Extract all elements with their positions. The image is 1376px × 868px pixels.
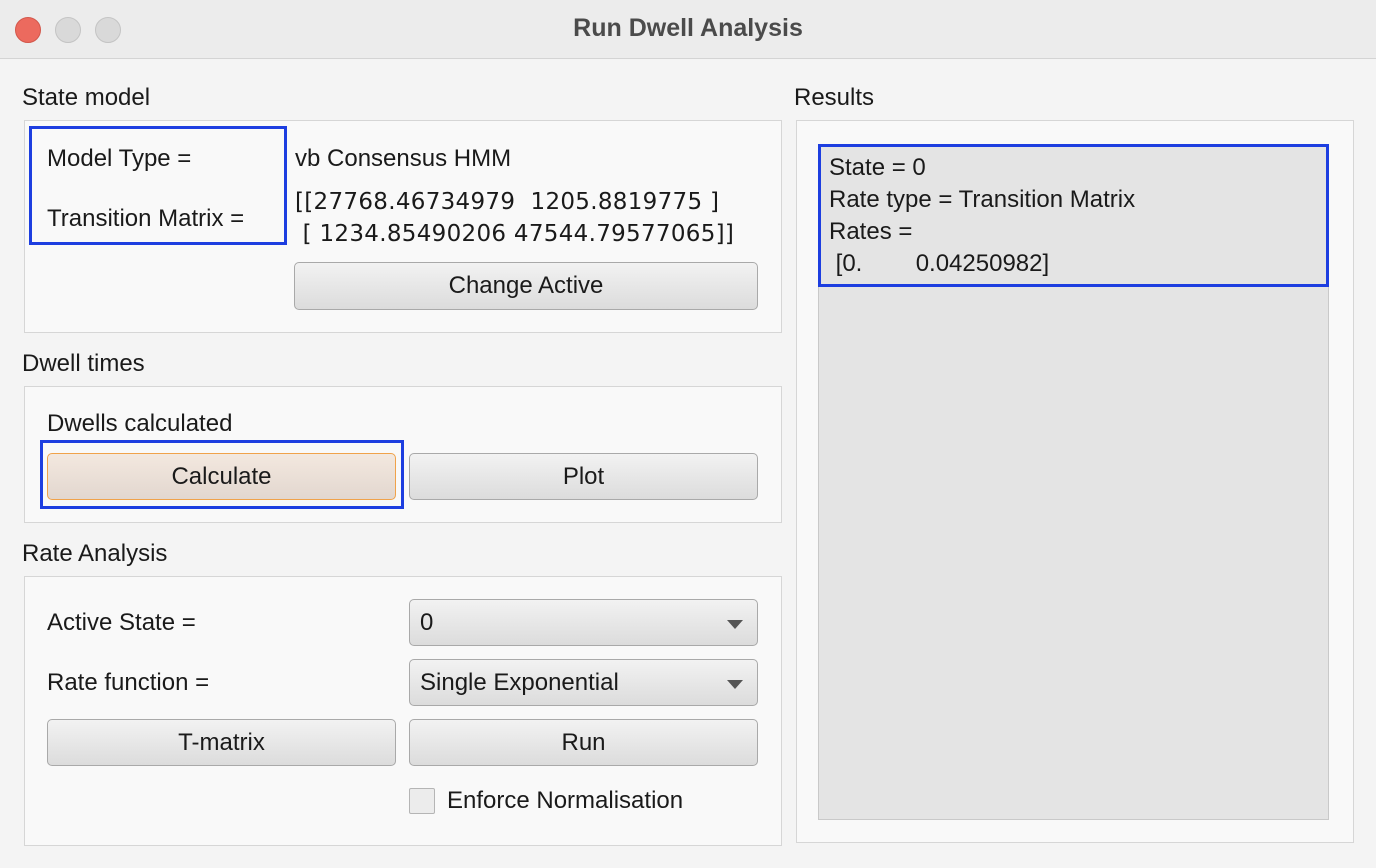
model-type-value: vb Consensus HMM xyxy=(295,145,512,172)
active-state-dropdown[interactable]: 0 xyxy=(409,599,758,646)
rate-function-dropdown[interactable]: Single Exponential xyxy=(409,659,758,706)
enforce-normalisation-label[interactable]: Enforce Normalisation xyxy=(447,787,683,815)
model-type-label: Model Type = xyxy=(47,145,192,172)
active-state-value: 0 xyxy=(420,609,434,636)
plot-button[interactable]: Plot xyxy=(409,453,758,500)
chevron-down-icon xyxy=(727,620,743,629)
transition-matrix-row-1: [[27768.46734979 1205.8819775 ] xyxy=(295,189,720,215)
rate-function-label: Rate function = xyxy=(47,669,210,696)
results-heading: Results xyxy=(794,84,875,111)
result-line: State = 0 xyxy=(829,154,926,181)
results-text-area[interactable]: State = 0 Rate type = Transition Matrix … xyxy=(818,145,1329,820)
window-content: State model Model Type = vb Consensus HM… xyxy=(0,59,1376,868)
result-line: Rates = xyxy=(829,218,913,245)
transition-matrix-row-2: [ 1234.85490206 47544.79577065]] xyxy=(295,221,735,247)
rate-analysis-group: Active State = 0 Rate function = Single … xyxy=(24,576,782,846)
rate-analysis-heading: Rate Analysis xyxy=(22,540,168,567)
chevron-down-icon xyxy=(727,680,743,689)
rate-function-value: Single Exponential xyxy=(420,669,619,696)
state-model-group: Model Type = vb Consensus HMM Transition… xyxy=(24,120,782,333)
dwell-times-heading: Dwell times xyxy=(22,350,145,377)
calculate-button[interactable]: Calculate xyxy=(47,453,396,500)
run-button[interactable]: Run xyxy=(409,719,758,766)
change-active-button[interactable]: Change Active xyxy=(294,262,758,310)
tmatrix-button[interactable]: T-matrix xyxy=(47,719,396,766)
dwell-times-group: Dwells calculated Calculate Plot xyxy=(24,386,782,523)
state-model-heading: State model xyxy=(22,84,151,111)
transition-matrix-label: Transition Matrix = xyxy=(47,205,245,232)
result-line: [0. 0.04250982] xyxy=(829,250,1050,277)
active-state-label: Active State = xyxy=(47,609,196,636)
dwells-status-text: Dwells calculated xyxy=(47,410,233,437)
title-bar: Run Dwell Analysis xyxy=(0,0,1376,59)
result-line: Rate type = Transition Matrix xyxy=(829,186,1136,213)
window-title: Run Dwell Analysis xyxy=(573,14,803,42)
enforce-normalisation-checkbox[interactable] xyxy=(409,788,435,814)
